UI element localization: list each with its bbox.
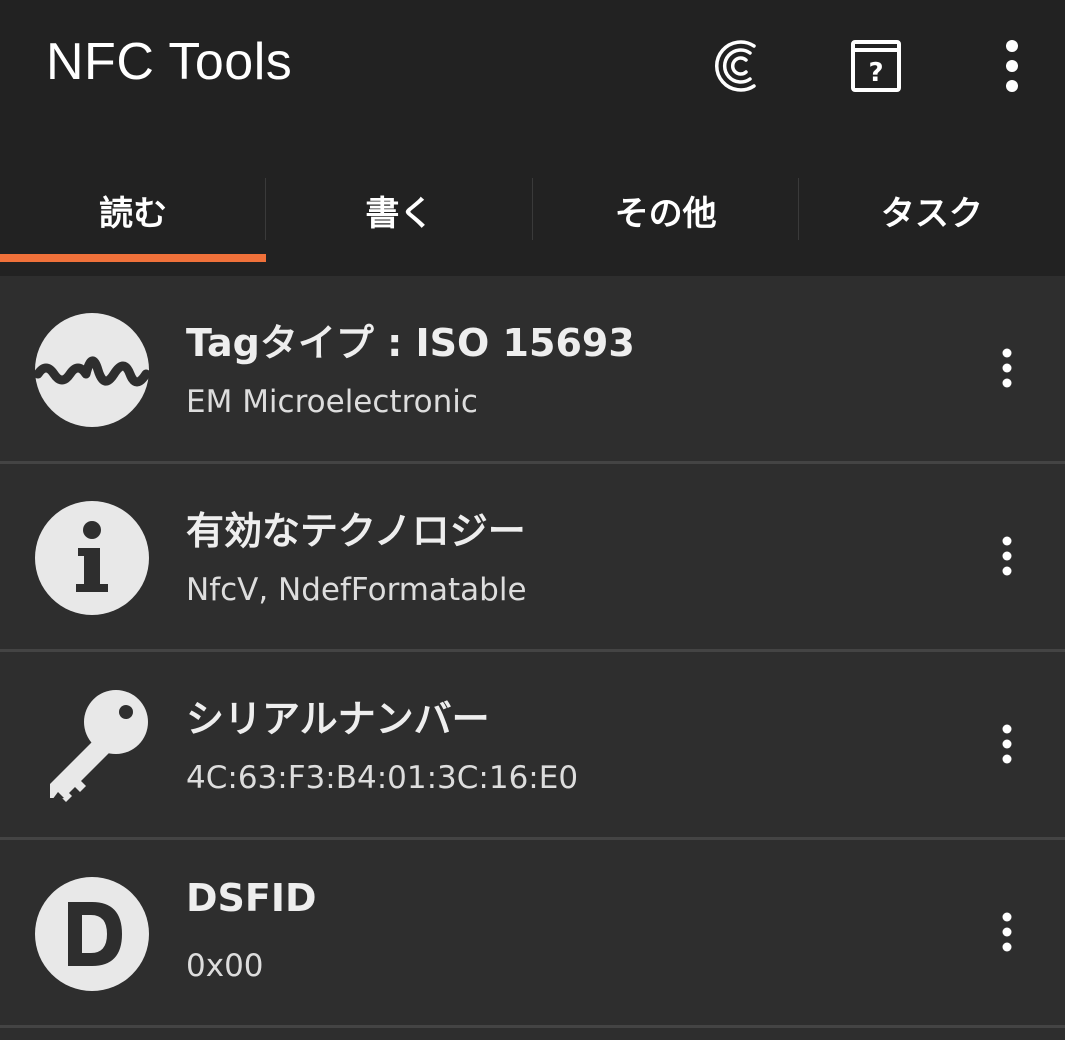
row-title: 有効なテクノロジー [186,509,526,553]
active-tab-indicator [0,254,267,262]
list-item-serial-number[interactable]: シリアルナンバー 4C:63:F3:B4:01:3C:16:E0 [0,652,1065,840]
tab-label: 読む [99,193,168,234]
tab-label: タスク [880,193,983,234]
letter-d-icon [34,876,150,992]
svg-text:?: ? [868,58,883,88]
overflow-menu-button[interactable] [976,30,1048,102]
tab-tasks[interactable]: タスク [799,150,1065,276]
more-vert-icon [1006,40,1018,92]
row-title: DSFID [186,876,317,920]
tab-label: 書く [365,193,434,234]
row-subtitle: EM Microelectronic [186,384,478,420]
nfc-button[interactable] [704,30,776,102]
more-vert-icon [1002,912,1012,952]
top-app-bar: NFC Tools ? [0,0,1065,150]
waveform-icon [34,312,150,428]
tab-write[interactable]: 書く [266,150,533,276]
list-item-technologies[interactable]: 有効なテクノロジー NfcV, NdefFormatable [0,464,1065,652]
info-icon [34,500,150,616]
list-item-dsfid[interactable]: DSFID 0x00 [0,840,1065,1028]
row-more-button[interactable] [979,716,1035,772]
help-button[interactable]: ? [840,30,912,102]
more-vert-icon [1002,724,1012,764]
more-vert-icon [1002,348,1012,388]
app-title: NFC Tools [46,33,293,91]
more-vert-icon [1002,536,1012,576]
row-subtitle: NfcV, NdefFormatable [186,572,527,608]
row-more-button[interactable] [979,340,1035,396]
tab-label: その他 [614,193,717,234]
app-window: NFC Tools ? 読む 書く その他 タスク Tagタイプ: ISO 1… [0,0,1065,1040]
tag-info-list: Tagタイプ : ISO 15693 EM Microelectronic 有効… [0,276,1065,1028]
tab-read[interactable]: 読む [0,150,267,276]
row-subtitle: 4C:63:F3:B4:01:3C:16:E0 [186,760,579,796]
row-title: シリアルナンバー [186,697,490,741]
list-item-tag-type[interactable]: Tagタイプ : ISO 15693 EM Microelectronic [0,276,1065,464]
help-book-icon: ? [851,40,901,92]
tab-bar: 読む 書く その他 タスク [0,150,1065,276]
key-icon [34,688,150,804]
row-subtitle: 0x00 [186,948,264,984]
tab-other[interactable]: その他 [533,150,799,276]
nfc-c-icon [714,40,756,92]
row-more-button[interactable] [979,904,1035,960]
row-more-button[interactable] [979,528,1035,584]
row-title: Tagタイプ : ISO 15693 [186,321,635,365]
